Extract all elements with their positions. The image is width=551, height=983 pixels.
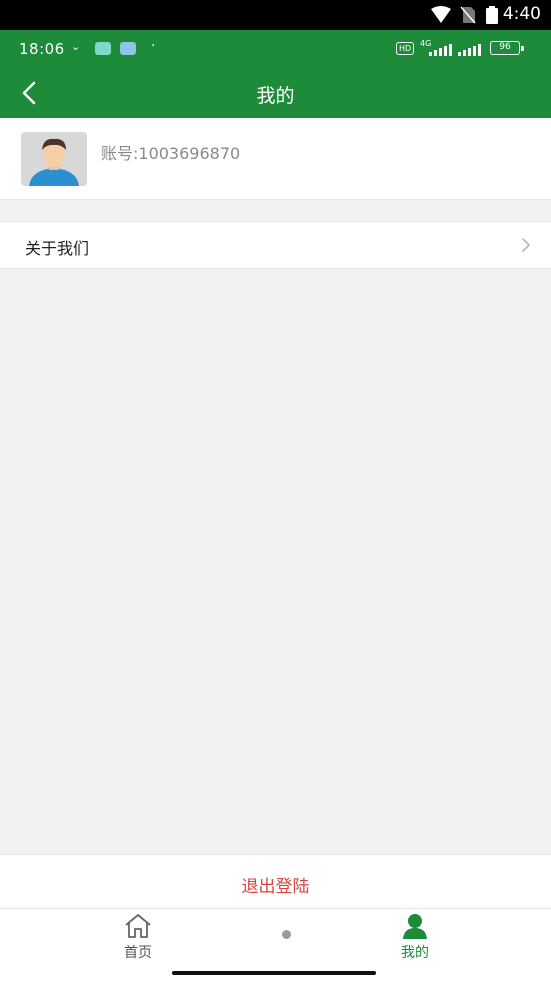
system-time: 4:40 [502, 4, 541, 24]
battery-level: 96 [490, 41, 520, 55]
page-title: 我的 [256, 85, 295, 107]
signal-icon [429, 44, 452, 56]
user-avatar-icon [21, 132, 87, 186]
chevron-down-icon: ⌄ [71, 40, 81, 53]
system-status-bar: 4:40 [0, 0, 551, 30]
signal-icon-2 [458, 44, 481, 56]
chevron-right-icon [522, 238, 530, 252]
tab-mine[interactable]: 我的 [375, 913, 455, 973]
home-icon [125, 914, 151, 938]
tab-home-label: 首页 [124, 945, 152, 961]
logout-label: 退出登陆 [241, 877, 310, 897]
battery-icon [486, 6, 498, 24]
wifi-icon [431, 6, 451, 23]
account-number: 账号:1003696870 [101, 144, 241, 163]
no-sim-icon [460, 6, 476, 24]
home-indicator [172, 971, 376, 975]
tab-home[interactable]: 首页 [98, 913, 178, 973]
logout-button[interactable]: 退出登陆 [0, 854, 551, 908]
hd-badge: HD [396, 42, 415, 55]
news-app-icon [120, 42, 136, 55]
center-dot-icon [282, 930, 291, 939]
person-icon [403, 914, 427, 939]
shield-app-icon [95, 42, 111, 55]
battery-cap [521, 46, 524, 51]
about-us-row[interactable]: 关于我们 [0, 221, 551, 269]
phone-status-bar: 18:06 ⌄ · HD 4G 96 [0, 30, 551, 68]
about-us-label: 关于我们 [25, 239, 90, 258]
tab-mine-label: 我的 [401, 945, 429, 961]
profile-card: 账号:1003696870 [0, 118, 551, 200]
status-time: 18:06 [19, 40, 65, 58]
notification-dot-icon: · [151, 38, 156, 54]
avatar [21, 132, 87, 186]
app-header: 我的 [0, 68, 551, 118]
